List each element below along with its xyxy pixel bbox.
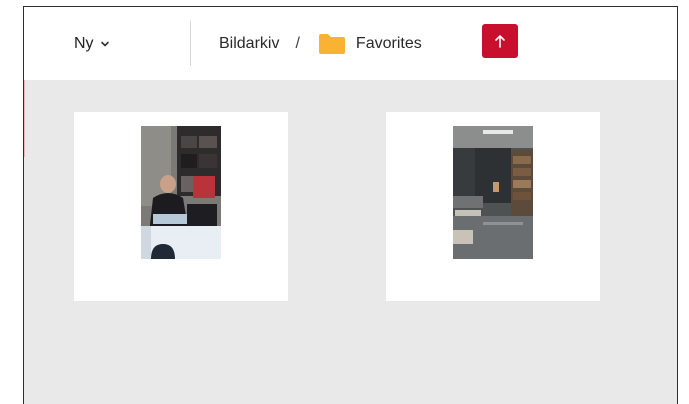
arrow-up-icon: [495, 35, 505, 48]
chevron-down-icon: [100, 41, 109, 47]
navigate-up-button[interactable]: [482, 24, 518, 58]
breadcrumb-current: Favorites: [355, 35, 422, 52]
file-card[interactable]: [74, 112, 288, 301]
new-button[interactable]: Ny: [74, 31, 110, 57]
new-button-label: Ny: [74, 35, 94, 52]
office-interior-photo: [453, 126, 533, 259]
folder-icon: [318, 34, 345, 54]
toolbar: Ny Bildarkiv / Favorites: [24, 7, 677, 80]
toolbar-divider: [190, 21, 191, 66]
file-card[interactable]: [386, 112, 600, 301]
breadcrumb: Bildarkiv / Favorites: [219, 27, 422, 61]
breadcrumb-root[interactable]: Bildarkiv: [219, 35, 279, 53]
breadcrumb-separator: /: [295, 35, 300, 52]
file-browser-window: Ny Bildarkiv / Favorites: [23, 6, 678, 404]
person-at-desk-photo: [141, 126, 221, 259]
